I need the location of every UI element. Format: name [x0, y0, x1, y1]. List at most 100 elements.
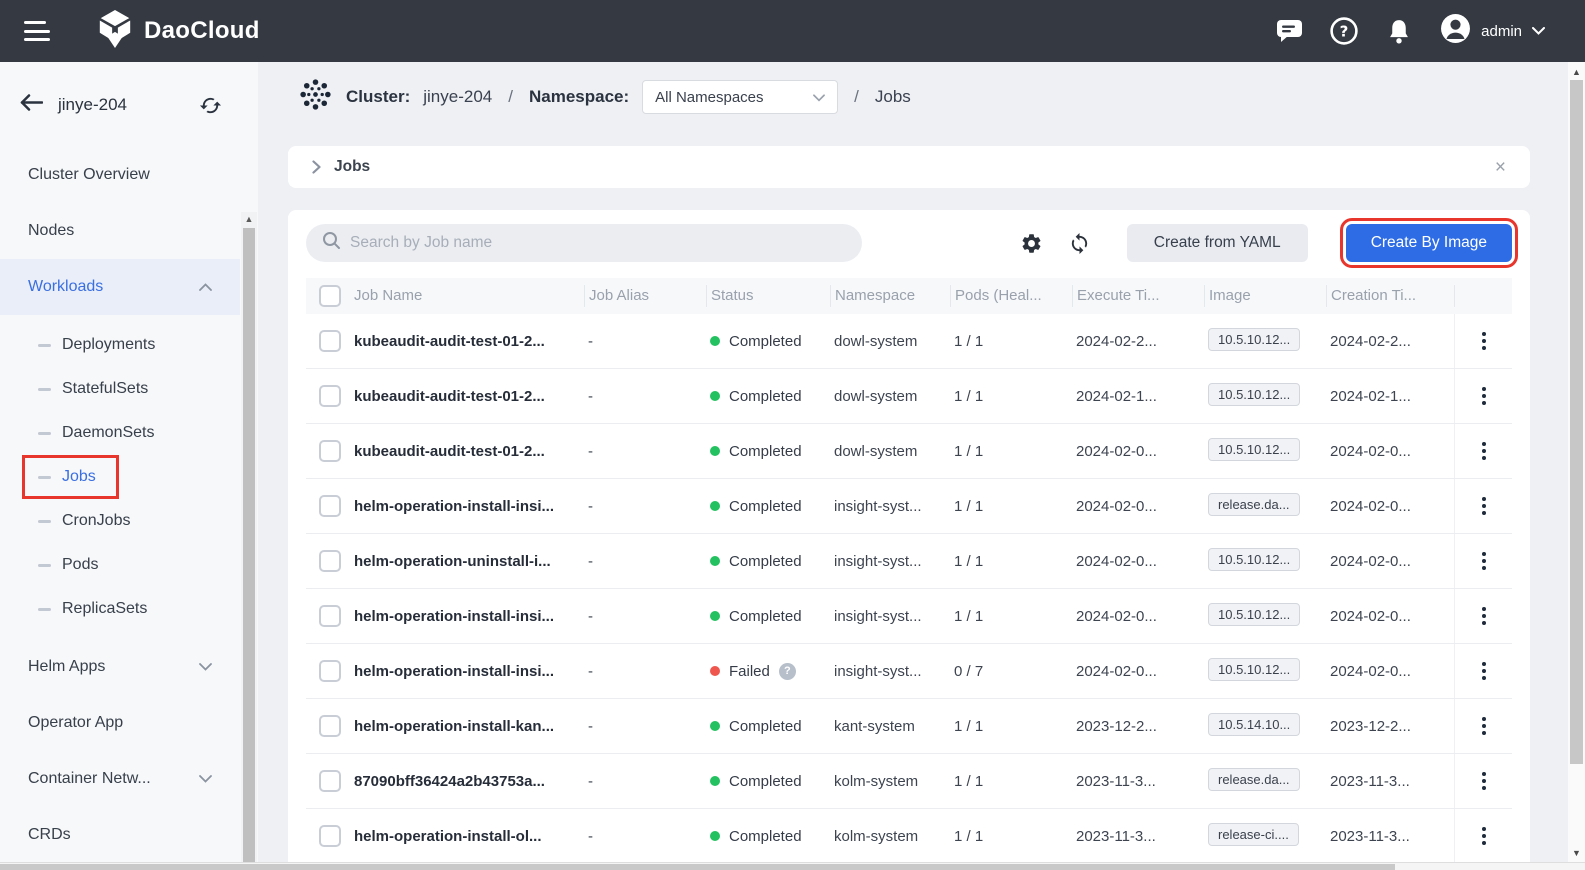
sidebar-item-crds[interactable]: CRDs [0, 807, 240, 862]
job-name[interactable]: kubeaudit-audit-test-01-2... [350, 333, 584, 350]
kebab-menu-icon[interactable] [1476, 821, 1492, 851]
job-name[interactable]: helm-operation-install-ol... [350, 828, 584, 845]
sidebar-scrollbar[interactable]: ▲ ▼ [241, 212, 257, 862]
cluster-value[interactable]: jinye-204 [423, 87, 492, 107]
kebab-menu-icon[interactable] [1476, 381, 1492, 411]
col-creation-time[interactable]: Creation Ti... [1326, 285, 1454, 307]
sidebar-item-cronjobs[interactable]: CronJobs [0, 499, 240, 543]
page-scrollbar[interactable]: ▲ ▼ [1568, 62, 1585, 862]
back-arrow-icon[interactable] [20, 94, 43, 116]
job-name[interactable]: helm-operation-uninstall-i... [350, 553, 584, 570]
col-image[interactable]: Image [1204, 285, 1326, 307]
row-actions [1454, 479, 1512, 533]
kebab-menu-icon[interactable] [1476, 436, 1492, 466]
kebab-menu-icon[interactable] [1476, 711, 1492, 741]
tab-label[interactable]: Jobs [334, 158, 370, 176]
job-name[interactable]: helm-operation-install-insi... [350, 663, 584, 680]
kebab-menu-icon[interactable] [1476, 656, 1492, 686]
table-row[interactable]: helm-operation-install-ol... - Completed… [306, 809, 1512, 862]
tab-chevron-right-icon[interactable] [312, 160, 321, 174]
table-row[interactable]: kubeaudit-audit-test-01-2... - Completed… [306, 424, 1512, 479]
create-from-yaml-button[interactable]: Create from YAML [1127, 224, 1308, 262]
sidebar-item-statefulsets[interactable]: StatefulSets [0, 367, 240, 411]
hamburger-menu-icon[interactable] [24, 21, 50, 41]
job-name[interactable]: helm-operation-install-insi... [350, 498, 584, 515]
table-row[interactable]: helm-operation-install-insi... - Complet… [306, 479, 1512, 534]
sidebar-item-label: Container Netw... [28, 770, 151, 788]
sidebar-item-nodes[interactable]: Nodes [0, 203, 240, 259]
row-checkbox[interactable] [319, 440, 341, 462]
row-checkbox[interactable] [319, 550, 341, 572]
search-bar[interactable] [306, 224, 862, 262]
table-settings-gear-icon[interactable] [1019, 230, 1045, 256]
sidebar-refresh-icon[interactable] [199, 94, 222, 117]
horizontal-scrollbar-thumb[interactable] [0, 864, 1395, 870]
table-row[interactable]: helm-operation-install-insi... - Failed … [306, 644, 1512, 699]
row-checkbox[interactable] [319, 495, 341, 517]
kebab-menu-icon[interactable] [1476, 546, 1492, 576]
job-creation-time: 2023-11-3... [1326, 828, 1454, 845]
job-name[interactable]: kubeaudit-audit-test-01-2... [350, 443, 584, 460]
table-row[interactable]: kubeaudit-audit-test-01-2... - Completed… [306, 314, 1512, 369]
col-execute-time[interactable]: Execute Ti... [1072, 285, 1204, 307]
user-menu[interactable]: admin [1440, 13, 1545, 49]
job-name[interactable]: helm-operation-install-insi... [350, 608, 584, 625]
col-pods[interactable]: Pods (Heal... [950, 285, 1072, 307]
sidebar-item-label: CronJobs [62, 512, 130, 530]
horizontal-scrollbar[interactable] [0, 862, 1585, 870]
status-help-icon[interactable]: ? [779, 663, 796, 680]
col-namespace[interactable]: Namespace [830, 285, 950, 307]
page-scrollbar-thumb[interactable] [1570, 80, 1583, 764]
table-row[interactable]: kubeaudit-audit-test-01-2... - Completed… [306, 369, 1512, 424]
job-name[interactable]: kubeaudit-audit-test-01-2... [350, 388, 584, 405]
job-name[interactable]: helm-operation-install-kan... [350, 718, 584, 735]
sidebar-scrollbar-thumb[interactable] [243, 228, 255, 862]
sidebar-item-label: DaemonSets [62, 424, 155, 442]
tab-close-icon[interactable]: × [1495, 158, 1506, 177]
table-row[interactable]: helm-operation-uninstall-i... - Complete… [306, 534, 1512, 589]
table-row[interactable]: 87090bff36424a2b43753a... - Completed ko… [306, 754, 1512, 809]
create-by-image-button[interactable]: Create By Image [1346, 224, 1512, 262]
kebab-menu-icon[interactable] [1476, 766, 1492, 796]
help-icon[interactable]: ? [1330, 17, 1358, 45]
sidebar-item-cluster-overview[interactable]: Cluster Overview [0, 147, 240, 203]
kebab-menu-icon[interactable] [1476, 601, 1492, 631]
namespace-select[interactable]: All Namespaces [642, 80, 838, 114]
sidebar-item-helm-apps[interactable]: Helm Apps [0, 639, 240, 695]
row-checkbox[interactable] [319, 715, 341, 737]
status-dot-icon [710, 446, 720, 456]
row-checkbox[interactable] [319, 385, 341, 407]
table-row[interactable]: helm-operation-install-insi... - Complet… [306, 589, 1512, 644]
col-job-alias[interactable]: Job Alias [584, 285, 706, 307]
sidebar-item-container-netw[interactable]: Container Netw... [0, 751, 240, 807]
kebab-menu-icon[interactable] [1476, 491, 1492, 521]
sidebar-item-pods[interactable]: Pods [0, 543, 240, 587]
messages-icon[interactable] [1275, 17, 1303, 45]
job-status: Completed [706, 553, 830, 570]
sidebar-item-deployments[interactable]: Deployments [0, 323, 240, 367]
notifications-bell-icon[interactable] [1385, 17, 1413, 45]
select-all-checkbox[interactable] [319, 285, 341, 307]
sidebar-item-replicasets[interactable]: ReplicaSets [0, 587, 240, 631]
page-scroll-down-icon[interactable]: ▼ [1568, 845, 1585, 860]
job-alias: - [584, 388, 706, 405]
table-row[interactable]: helm-operation-install-kan... - Complete… [306, 699, 1512, 754]
search-input[interactable] [350, 234, 846, 252]
row-checkbox[interactable] [319, 660, 341, 682]
col-status[interactable]: Status [706, 285, 830, 307]
page-scroll-up-icon[interactable]: ▲ [1568, 64, 1585, 79]
row-checkbox[interactable] [319, 825, 341, 847]
sidebar-item-operator-app[interactable]: Operator App [0, 695, 240, 751]
kebab-menu-icon[interactable] [1476, 326, 1492, 356]
sidebar-item-daemonsets[interactable]: DaemonSets [0, 411, 240, 455]
sidebar-scroll-up-icon[interactable]: ▲ [241, 212, 257, 226]
row-checkbox[interactable] [319, 770, 341, 792]
refresh-icon[interactable] [1067, 230, 1093, 256]
brand[interactable]: DaoCloud [96, 9, 260, 54]
job-name[interactable]: 87090bff36424a2b43753a... [350, 773, 584, 790]
row-checkbox[interactable] [319, 330, 341, 352]
sidebar-item-workloads[interactable]: Workloads [0, 259, 240, 315]
sidebar-item-jobs[interactable]: Jobs [0, 455, 240, 499]
col-job-name[interactable]: Job Name [350, 285, 584, 307]
row-checkbox[interactable] [319, 605, 341, 627]
